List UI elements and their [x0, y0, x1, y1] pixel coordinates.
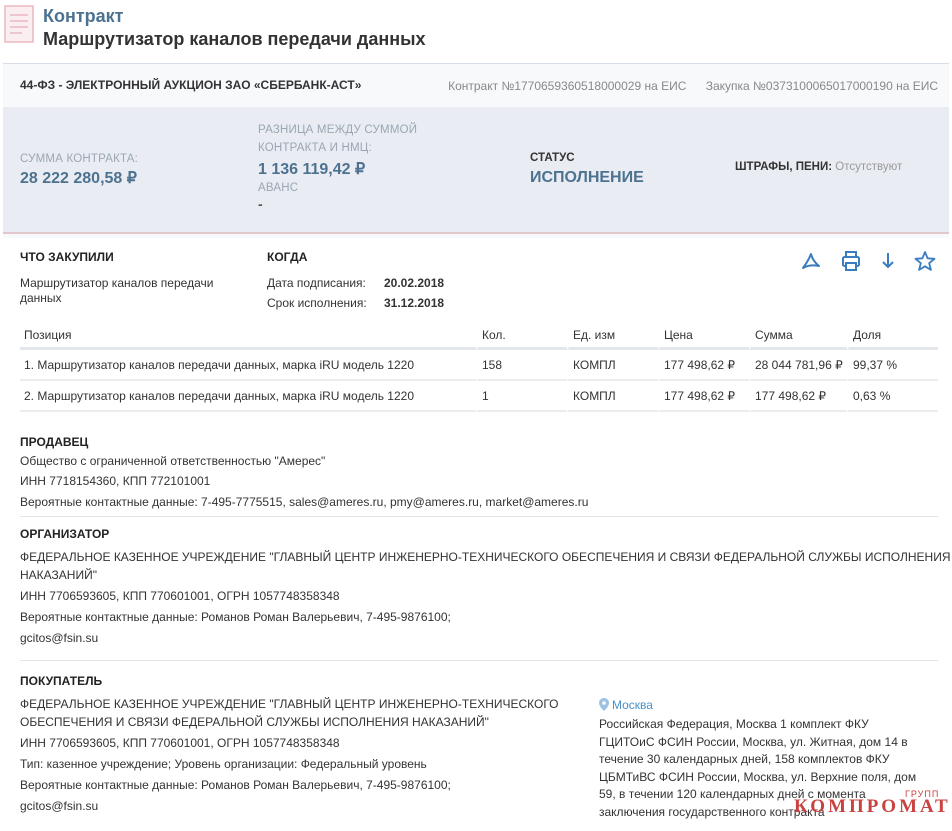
cell-price: 177 498,62 ₽	[658, 350, 749, 381]
cell-sum: 177 498,62 ₽	[749, 381, 847, 412]
buyer-name-1[interactable]: ФЕДЕРАЛЬНОЕ КАЗЕННОЕ УЧРЕЖДЕНИЕ "ГЛАВНЫЙ…	[20, 696, 559, 712]
procurement-type: 44-ФЗ - ЭЛЕКТРОННЫЙ АУКЦИОН ЗАО «СБЕРБАН…	[20, 78, 362, 92]
buyer-address-line: ЦБМТиВС ФСИН России, Москва, ул. Верхние…	[599, 769, 917, 784]
sum-label: СУММА КОНТРАКТА:	[20, 153, 139, 165]
buyer-name-2[interactable]: ОБЕСПЕЧЕНИЯ И СВЯЗИ ФЕДЕРАЛЬНОЙ СЛУЖБЫ И…	[20, 714, 489, 730]
buyer-contacts: Вероятные контактные данные: Романов Ром…	[20, 778, 451, 792]
buyer-ids: ИНН 7706593605, КПП 770601001, ОГРН 1057…	[20, 736, 340, 750]
buyer-heading: ПОКУПАТЕЛЬ	[20, 674, 103, 688]
page-section-label: Контракт	[43, 6, 124, 26]
purchase-number-link[interactable]: Закупка №0373100065017000190 на ЕИС	[706, 79, 938, 93]
seller-name[interactable]: Общество с ограниченной ответственностью…	[20, 453, 325, 469]
organizer-email: gcitos@fsin.su	[20, 631, 99, 645]
section-divider	[20, 516, 938, 517]
fines-label: ШТРАФЫ, ПЕНИ:	[735, 161, 833, 173]
star-icon[interactable]	[914, 250, 936, 272]
buyer-address-line: течение 30 календарных дней, 158 комплек…	[599, 752, 890, 766]
cell-price: 177 498,62 ₽	[658, 381, 749, 412]
dates-block: Дата подписания: 20.02.2018 Срок исполнен…	[267, 276, 444, 316]
watermark-text: КОМПРОМАТ	[794, 796, 951, 817]
buyer-email: gcitos@fsin.su	[20, 799, 99, 813]
action-toolbar	[800, 250, 940, 274]
cell-position: 1. Маршрутизатор каналов передачи данных…	[20, 350, 476, 381]
signed-value: 20.02.2018	[384, 276, 445, 290]
buyer-type: Тип: казенное учреждение; Уровень органи…	[20, 757, 427, 771]
advance-label: АВАНС	[258, 182, 299, 194]
cell-position: 2. Маршрутизатор каналов передачи данных…	[20, 381, 476, 412]
location-pin-icon	[599, 698, 609, 711]
col-position: Позиция	[20, 322, 476, 350]
organizer-contacts: Вероятные контактные данные: Романов Ром…	[20, 610, 451, 624]
what-heading: ЧТО ЗАКУПИЛИ	[20, 250, 114, 264]
status-value: ИСПОЛНЕНИЕ	[530, 169, 644, 186]
diff-label-1: РАЗНИЦА МЕЖДУ СУММОЙ	[258, 124, 418, 136]
cell-unit: КОМПЛ	[567, 381, 658, 412]
status-label: СТАТУС	[530, 152, 575, 164]
cell-qty: 158	[476, 350, 567, 381]
cell-sum: 28 044 781,96 ₽	[749, 350, 847, 381]
items-table: Позиция Кол. Ед. изм Цена Сумма Доля 1. …	[20, 322, 938, 412]
contract-number-link[interactable]: Контракт №1770659360518000029 на ЕИС	[448, 79, 686, 93]
cell-share: 99,37 %	[847, 350, 938, 381]
page-title: Маршрутизатор каналов передачи данных	[43, 29, 426, 49]
watermark-logo: ГРУПП КОМПРОМАТ	[790, 789, 950, 825]
buyer-address-line: ГЦИТОиС ФСИН России, Москва, ул. Житная,…	[599, 734, 908, 749]
seller-ids: ИНН 7718154360, КПП 772101001	[20, 474, 211, 488]
sum-value: 28 222 280,58 ₽	[20, 170, 137, 187]
organizer-heading: ОРГАНИЗАТОР	[20, 527, 110, 541]
cell-unit: КОМПЛ	[567, 350, 658, 381]
col-sum: Сумма	[749, 322, 847, 350]
buyer-city-label: Москва	[612, 698, 653, 712]
section-divider	[20, 660, 938, 661]
advance-value: -	[258, 196, 263, 212]
cell-share: 0,63 %	[847, 381, 938, 412]
when-heading: КОГДА	[267, 250, 308, 264]
col-qty: Кол.	[476, 322, 567, 350]
what-text-2: данных	[20, 291, 62, 305]
pdf-icon[interactable]	[800, 250, 822, 272]
registry-numbers: Контракт №1770659360518000029 на ЕИС Зак…	[432, 79, 938, 93]
organizer-name-1[interactable]: ФЕДЕРАЛЬНОЕ КАЗЕННОЕ УЧРЕЖДЕНИЕ "ГЛАВНЫЙ…	[20, 549, 951, 565]
fines: ШТРАФЫ, ПЕНИ: Отсутствуют	[735, 161, 902, 173]
table-row: 1. Маршрутизатор каналов передачи данных…	[20, 350, 938, 381]
cell-qty: 1	[476, 381, 567, 412]
download-icon[interactable]	[877, 250, 899, 272]
due-label: Срок исполнения:	[267, 296, 367, 310]
diff-label-2: КОНТРАКТА И НМЦ:	[258, 142, 372, 154]
organizer-ids: ИНН 7706593605, КПП 770601001, ОГРН 1057…	[20, 589, 340, 603]
table-row: 2. Маршрутизатор каналов передачи данных…	[20, 381, 938, 412]
organizer-name-2[interactable]: НАКАЗАНИЙ"	[20, 567, 97, 583]
buyer-city[interactable]: Москва	[599, 697, 653, 713]
table-header-row: Позиция Кол. Ед. изм Цена Сумма Доля	[20, 322, 938, 350]
signed-label: Дата подписания:	[267, 276, 366, 290]
page-header: Контракт Маршрутизатор каналов передачи …	[0, 0, 952, 62]
diff-value: 1 136 119,42 ₽	[258, 161, 366, 178]
col-unit: Ед. изм	[567, 322, 658, 350]
what-text-1: Маршрутизатор каналов передачи	[20, 276, 214, 290]
buyer-address-line: Российская Федерация, Москва 1 комплект …	[599, 717, 869, 731]
seller-heading: ПРОДАВЕЦ	[20, 435, 89, 449]
fines-value: Отсутствуют	[835, 161, 903, 173]
seller-contacts: Вероятные контактные данные: 7-495-77755…	[20, 495, 589, 509]
col-share: Доля	[847, 322, 938, 350]
due-value: 31.12.2018	[384, 296, 445, 310]
print-icon[interactable]	[840, 250, 862, 272]
col-price: Цена	[658, 322, 749, 350]
document-icon	[4, 5, 34, 43]
